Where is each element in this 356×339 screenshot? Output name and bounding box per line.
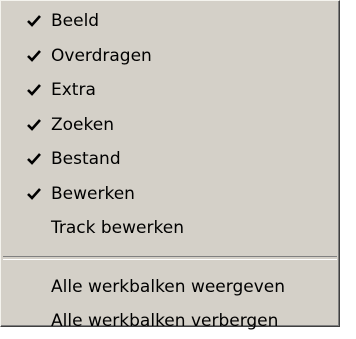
menu-item-label: Alle werkbalken weergeven	[51, 276, 285, 297]
menu-item-show-all-toolbars[interactable]: Alle werkbalken weergeven	[1, 270, 339, 305]
checkmark-icon	[27, 49, 41, 62]
checkmark-icon	[27, 84, 41, 96]
menu-item-beeld[interactable]: Beeld	[1, 4, 339, 39]
checkmark-icon	[27, 118, 41, 131]
checkmark-icon	[27, 153, 41, 165]
menu-item-label: Bestand	[51, 149, 121, 169]
menu-item-bewerken[interactable]: Bewerken	[1, 177, 339, 212]
menu-item-label: Extra	[51, 80, 96, 100]
menu-item-bestand[interactable]: Bestand	[1, 142, 339, 177]
menu-item-label: Bewerken	[51, 183, 135, 204]
toolbars-context-menu: Beeld Overdragen Extra Zoeken Bestand Be…	[0, 0, 340, 331]
menu-item-label: Zoeken	[51, 114, 114, 135]
menu-item-label: Alle werkbalken verbergen	[51, 311, 279, 331]
menu-item-hide-all-toolbars[interactable]: Alle werkbalken verbergen	[1, 304, 339, 339]
menu-item-extra[interactable]: Extra	[1, 73, 339, 108]
menu-item-zoeken[interactable]: Zoeken	[1, 108, 339, 143]
menu-item-label: Track bewerken	[51, 218, 184, 238]
menu-item-label: Overdragen	[51, 45, 152, 66]
menu-separator	[3, 255, 337, 260]
checkmark-icon	[27, 15, 41, 27]
checkmark-icon	[27, 187, 41, 200]
menu-item-track-bewerken[interactable]: Track bewerken	[1, 211, 339, 246]
menu-item-overdragen[interactable]: Overdragen	[1, 39, 339, 74]
menu-item-label: Beeld	[51, 11, 100, 31]
